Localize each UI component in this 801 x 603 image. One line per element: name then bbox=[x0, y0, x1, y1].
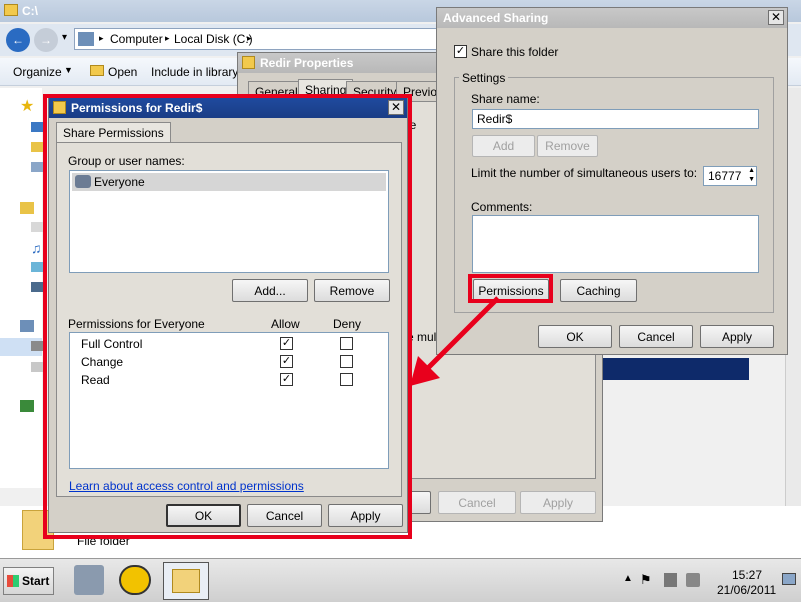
apply-button[interactable]: Apply bbox=[700, 325, 774, 348]
flag-icon[interactable]: ⚑ bbox=[640, 572, 652, 588]
advanced-sharing-titlebar: Advanced Sharing bbox=[437, 8, 787, 28]
breadcrumb-local-disk[interactable]: Local Disk (C:) bbox=[174, 32, 253, 46]
dvd-icon[interactable] bbox=[31, 362, 43, 372]
local-disk-nav-item[interactable] bbox=[0, 338, 43, 356]
cancel-button[interactable]: Cancel bbox=[438, 491, 516, 514]
folder-icon bbox=[242, 56, 255, 69]
start-button[interactable]: Start bbox=[3, 567, 54, 595]
network-icon[interactable] bbox=[20, 400, 34, 412]
remove-button[interactable]: Remove bbox=[537, 135, 598, 157]
limit-users-spinner[interactable]: 16777 ▲ ▼ bbox=[703, 166, 757, 186]
forward-button[interactable]: → bbox=[34, 28, 58, 52]
recent-places-icon[interactable] bbox=[31, 162, 43, 172]
include-library-button[interactable]: Include in library bbox=[151, 65, 238, 79]
permissions-dialog-highlight-box bbox=[43, 94, 412, 539]
show-desktop-icon[interactable] bbox=[782, 573, 796, 585]
pictures-icon[interactable] bbox=[31, 262, 43, 272]
computer-nav-icon[interactable] bbox=[20, 320, 34, 332]
ok-button[interactable]: OK bbox=[538, 325, 612, 348]
libraries-icon[interactable] bbox=[20, 202, 34, 214]
button-label: Remove bbox=[545, 139, 590, 153]
share-name-label: Share name: bbox=[471, 92, 540, 106]
share-name-value: Redir$ bbox=[477, 112, 513, 126]
clock-date[interactable]: 21/06/2011 bbox=[717, 583, 776, 597]
favorites-star-icon[interactable]: ★ bbox=[20, 96, 34, 116]
system-tray: ▲ ⚑ 15:27 21/06/2011 bbox=[616, 559, 801, 603]
powershell-icon[interactable] bbox=[119, 565, 151, 595]
taskbar: Start ▲ ⚑ 15:27 21/06/2011 bbox=[0, 558, 801, 602]
explorer-folder-icon bbox=[172, 569, 200, 593]
settings-label: Settings bbox=[459, 71, 509, 85]
breadcrumb-sep-icon: ▸ bbox=[247, 33, 252, 43]
back-arrow-icon: ← bbox=[12, 33, 24, 47]
button-label: Cancel bbox=[637, 329, 675, 344]
navigation-pane: ★ ♫ bbox=[0, 88, 43, 488]
cancel-button[interactable]: Cancel bbox=[619, 325, 693, 348]
button-label: Caching bbox=[576, 283, 621, 298]
arrow-shaft bbox=[424, 296, 500, 372]
server-manager-icon[interactable] bbox=[74, 565, 104, 595]
downloads-folder-icon[interactable] bbox=[31, 142, 43, 152]
apply-button[interactable]: Apply bbox=[520, 491, 596, 514]
address-input[interactable]: ▸ Computer ▸ Local Disk (C:) ▸ bbox=[74, 28, 444, 50]
documents-icon[interactable] bbox=[31, 222, 43, 232]
drive-icon bbox=[31, 341, 43, 351]
show-hidden-icons[interactable]: ▲ bbox=[623, 573, 633, 584]
button-label: Add bbox=[492, 139, 515, 153]
open-button[interactable]: Open bbox=[108, 65, 137, 79]
network-disconnected-icon[interactable] bbox=[686, 573, 700, 587]
folder-icon bbox=[4, 4, 18, 16]
server-tray-icon[interactable] bbox=[664, 573, 677, 587]
explorer-taskbar-button[interactable] bbox=[163, 562, 209, 600]
spinner-down-icon[interactable]: ▼ bbox=[748, 176, 755, 183]
breadcrumb-sep-icon: ▸ bbox=[165, 33, 170, 43]
button-label: Apply bbox=[721, 329, 753, 344]
share-name-input[interactable]: Redir$ bbox=[472, 109, 759, 129]
breadcrumb-computer[interactable]: Computer bbox=[110, 32, 163, 46]
history-chevron-icon[interactable]: ▾ bbox=[62, 32, 67, 43]
add-button[interactable]: Add bbox=[472, 135, 535, 157]
breadcrumb-sep-icon: ▸ bbox=[99, 33, 104, 43]
button-label: Cancel bbox=[458, 495, 496, 510]
share-folder-checkbox[interactable]: ✓ bbox=[454, 45, 467, 58]
spinner-up-icon[interactable]: ▲ bbox=[748, 167, 755, 174]
organize-chevron-icon: ▼ bbox=[64, 65, 73, 75]
start-label: Start bbox=[22, 574, 50, 588]
advanced-sharing-title: Advanced Sharing bbox=[443, 11, 549, 25]
open-icon bbox=[90, 65, 104, 76]
music-icon[interactable]: ♫ bbox=[31, 240, 42, 256]
pointer-arrow bbox=[410, 296, 500, 386]
caching-button[interactable]: Caching bbox=[560, 279, 637, 302]
back-button[interactable]: ← bbox=[6, 28, 30, 52]
windows-logo-icon bbox=[7, 575, 19, 587]
forward-arrow-icon: → bbox=[40, 33, 52, 47]
limit-users-value: 16777 bbox=[708, 169, 742, 183]
limit-users-label: Limit the number of simultaneous users t… bbox=[471, 166, 698, 180]
close-icon: ✕ bbox=[770, 10, 782, 24]
desktop-icon[interactable] bbox=[31, 122, 43, 132]
list-selection-band bbox=[600, 358, 749, 380]
comments-label: Comments: bbox=[471, 200, 533, 214]
explorer-title: C:\ bbox=[22, 4, 38, 18]
comments-textarea[interactable] bbox=[472, 215, 759, 273]
share-folder-label: Share this folder bbox=[471, 45, 559, 59]
button-label: Apply bbox=[542, 495, 574, 510]
organize-menu[interactable]: Organize bbox=[13, 65, 62, 79]
close-button[interactable]: ✕ bbox=[768, 10, 784, 25]
computer-icon bbox=[78, 32, 94, 46]
redir-properties-title: Redir Properties bbox=[260, 56, 354, 70]
button-label: OK bbox=[566, 329, 584, 344]
videos-icon[interactable] bbox=[31, 282, 43, 292]
clock-time[interactable]: 15:27 bbox=[732, 568, 762, 582]
check-icon: ✓ bbox=[455, 45, 466, 57]
